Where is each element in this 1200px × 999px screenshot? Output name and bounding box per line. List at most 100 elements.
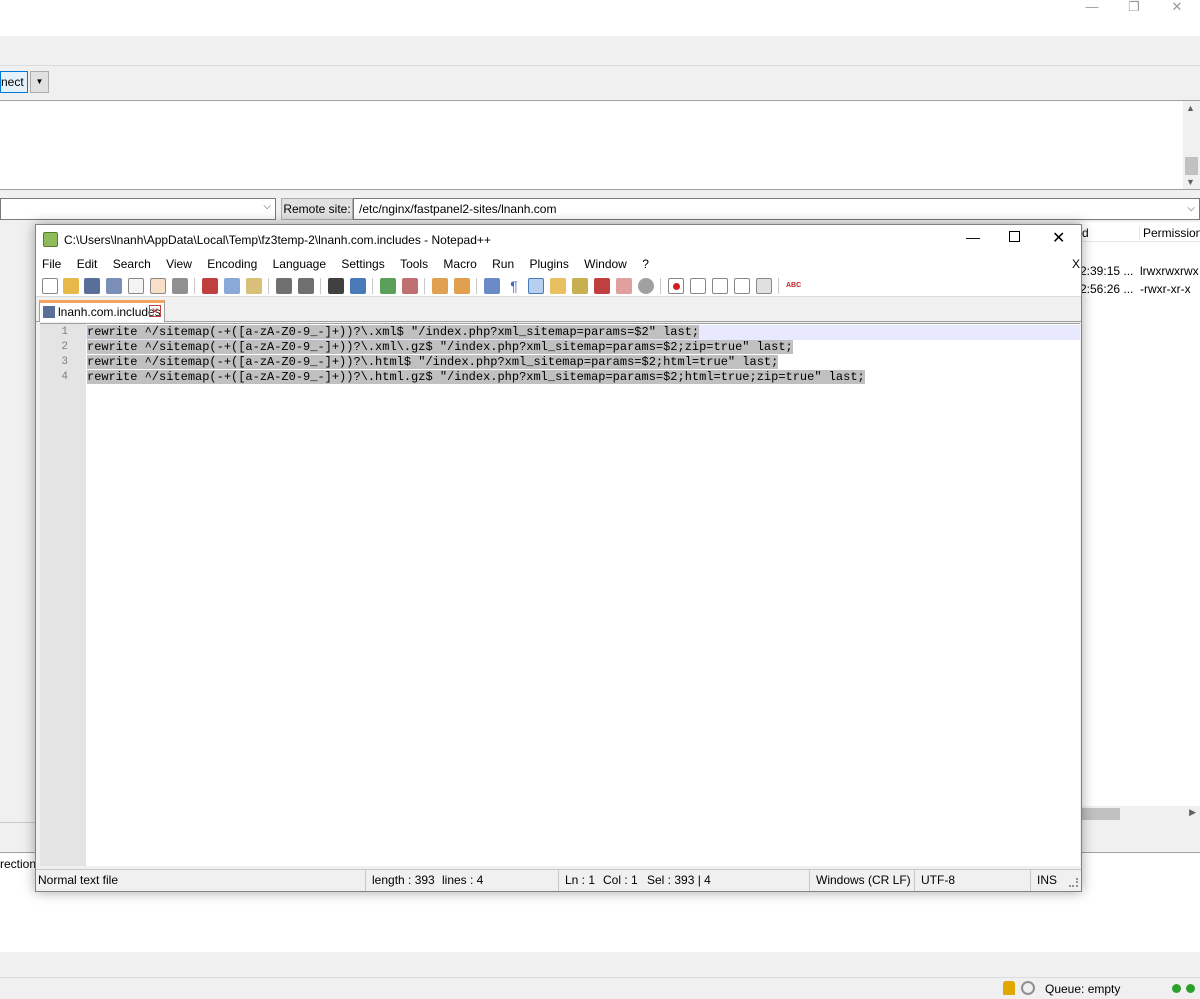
scroll-thumb[interactable] <box>1080 808 1120 820</box>
cut-icon[interactable] <box>202 278 218 294</box>
code-line-text: rewrite ^/sitemap(-+([a-zA-Z0-9_-]+))?\.… <box>87 340 793 354</box>
remote-file-list[interactable]: d Permissions 2:39:15 ... lrwxrwxrwx 2:5… <box>1080 222 1200 822</box>
menu-search[interactable]: Search <box>113 255 151 273</box>
header-last-modified[interactable]: d <box>1082 226 1089 240</box>
menu-settings[interactable]: Settings <box>341 255 384 273</box>
menu-file[interactable]: File <box>42 255 61 273</box>
menu-plugins[interactable]: Plugins <box>529 255 568 273</box>
status-mode: INS <box>1030 870 1057 891</box>
close-all-icon[interactable] <box>150 278 166 294</box>
header-permissions[interactable]: Permissions <box>1139 226 1200 240</box>
notepad-statusbar: Normal text file length : 393 lines : 4 … <box>36 869 1081 891</box>
restore-icon[interactable]: ❐ <box>1112 0 1156 16</box>
zoom-in-icon[interactable] <box>380 278 396 294</box>
run-macro-multiple-icon[interactable] <box>734 278 750 294</box>
notepad-titlebar[interactable]: C:\Users\lnanh\AppData\Local\Temp\fz3tem… <box>36 225 1081 255</box>
notepad-toolbar: ¶ ABC <box>36 275 1081 297</box>
save-icon[interactable] <box>84 278 100 294</box>
print-icon[interactable] <box>172 278 188 294</box>
replace-icon[interactable] <box>350 278 366 294</box>
show-all-chars-icon[interactable]: ¶ <box>506 278 522 294</box>
quickconnect-dropdown[interactable]: ▼ <box>30 71 49 93</box>
remote-path-text: /etc/nginx/fastpanel2-sites/lnanh.com <box>359 202 557 216</box>
close-icon[interactable]: ✕ <box>1052 228 1065 248</box>
new-file-icon[interactable] <box>42 278 58 294</box>
resize-grip-icon[interactable] <box>1069 878 1078 887</box>
filezilla-statusbar: Queue: empty <box>0 977 1200 999</box>
undo-icon[interactable] <box>276 278 292 294</box>
code-line[interactable]: rewrite ^/sitemap(-+([a-zA-Z0-9_-]+))?\.… <box>87 355 779 370</box>
scroll-down-icon[interactable]: ▼ <box>1186 177 1195 187</box>
tab-document[interactable]: lnanh.com.includes ✕ <box>39 300 165 322</box>
list-hscrollbar[interactable]: ▶ <box>1080 806 1200 822</box>
status-lines: lines : 4 <box>442 873 484 887</box>
code-line-text: rewrite ^/sitemap(-+([a-zA-Z0-9_-]+))?\.… <box>87 325 700 339</box>
menu-view[interactable]: View <box>166 255 192 273</box>
window-title: C:\Users\lnanh\AppData\Local\Temp\fz3tem… <box>64 233 491 247</box>
message-log: ▲ ▼ <box>0 100 1200 190</box>
editor-area[interactable]: 1 2 3 4 rewrite ^/sitemap(-+([a-zA-Z0-9_… <box>40 323 1080 866</box>
menu-macro[interactable]: Macro <box>443 255 476 273</box>
open-file-icon[interactable] <box>63 278 79 294</box>
zoom-out-icon[interactable] <box>402 278 418 294</box>
local-site-combo[interactable]: ⌵ <box>0 198 276 220</box>
remote-path-combo[interactable]: /etc/nginx/fastpanel2-sites/lnanh.com ⌵ <box>353 198 1200 220</box>
menu-encoding[interactable]: Encoding <box>207 255 257 273</box>
code-line[interactable]: rewrite ^/sitemap(-+([a-zA-Z0-9_-]+))?\.… <box>87 340 793 355</box>
line-number: 3 <box>61 356 68 368</box>
folder-workspace-icon[interactable] <box>616 278 632 294</box>
doc-map-icon[interactable] <box>572 278 588 294</box>
speed-limit-icon[interactable] <box>1021 981 1035 995</box>
list-item-time: 2:56:26 ... <box>1080 282 1134 296</box>
menu-help[interactable]: ? <box>642 255 649 273</box>
close-icon[interactable]: ✕ <box>1155 0 1199 16</box>
sync-vertical-icon[interactable] <box>432 278 448 294</box>
close-document-button[interactable]: X <box>1072 255 1080 273</box>
code-line[interactable]: rewrite ^/sitemap(-+([a-zA-Z0-9_-]+))?\.… <box>87 325 700 340</box>
spellcheck-icon[interactable]: ABC <box>786 278 802 294</box>
chevron-down-icon: ⌵ <box>263 201 271 212</box>
menu-run[interactable]: Run <box>492 255 514 273</box>
monitoring-icon[interactable] <box>638 278 654 294</box>
status-length: length : 393 <box>365 870 437 891</box>
paste-icon[interactable] <box>246 278 262 294</box>
filezilla-titlebar: — ❐ ✕ <box>0 0 1200 36</box>
status-eol: Windows (CR LF) <box>809 870 911 891</box>
find-icon[interactable] <box>328 278 344 294</box>
chevron-down-icon: ⌵ <box>1187 203 1195 214</box>
save-all-icon[interactable] <box>106 278 122 294</box>
record-macro-icon[interactable] <box>668 278 684 294</box>
sync-horizontal-icon[interactable] <box>454 278 470 294</box>
close-file-icon[interactable] <box>128 278 144 294</box>
log-scrollbar[interactable]: ▲ ▼ <box>1183 101 1200 189</box>
function-list-icon[interactable] <box>594 278 610 294</box>
play-macro-icon[interactable] <box>712 278 728 294</box>
minimize-icon[interactable]: — <box>966 229 980 245</box>
indent-guide-icon[interactable] <box>528 278 544 294</box>
quickconnect-bar <box>0 66 1200 100</box>
menu-edit[interactable]: Edit <box>77 255 98 273</box>
save-macro-icon[interactable] <box>756 278 772 294</box>
menu-tools[interactable]: Tools <box>400 255 428 273</box>
status-encoding: UTF-8 <box>914 870 955 891</box>
code-line[interactable]: rewrite ^/sitemap(-+([a-zA-Z0-9_-]+))?\.… <box>87 370 865 385</box>
line-number: 1 <box>61 326 68 338</box>
copy-icon[interactable] <box>224 278 240 294</box>
scroll-right-icon[interactable]: ▶ <box>1189 807 1196 818</box>
remote-site-label: Remote site: <box>281 198 353 220</box>
scroll-up-icon[interactable]: ▲ <box>1186 103 1195 113</box>
udl-icon[interactable] <box>550 278 566 294</box>
quickconnect-button[interactable]: nect <box>0 71 28 93</box>
close-tab-icon[interactable]: ✕ <box>149 305 161 317</box>
status-sel: Sel : 393 | 4 <box>647 873 711 887</box>
scroll-thumb[interactable] <box>1185 157 1198 175</box>
maximize-icon[interactable] <box>1009 231 1020 242</box>
line-number: 2 <box>61 341 68 353</box>
redo-icon[interactable] <box>298 278 314 294</box>
stop-macro-icon[interactable] <box>690 278 706 294</box>
minimize-icon[interactable]: — <box>1070 0 1114 16</box>
menu-window[interactable]: Window <box>584 255 627 273</box>
menu-language[interactable]: Language <box>273 255 326 273</box>
word-wrap-icon[interactable] <box>484 278 500 294</box>
list-item-time: 2:39:15 ... <box>1080 264 1134 278</box>
